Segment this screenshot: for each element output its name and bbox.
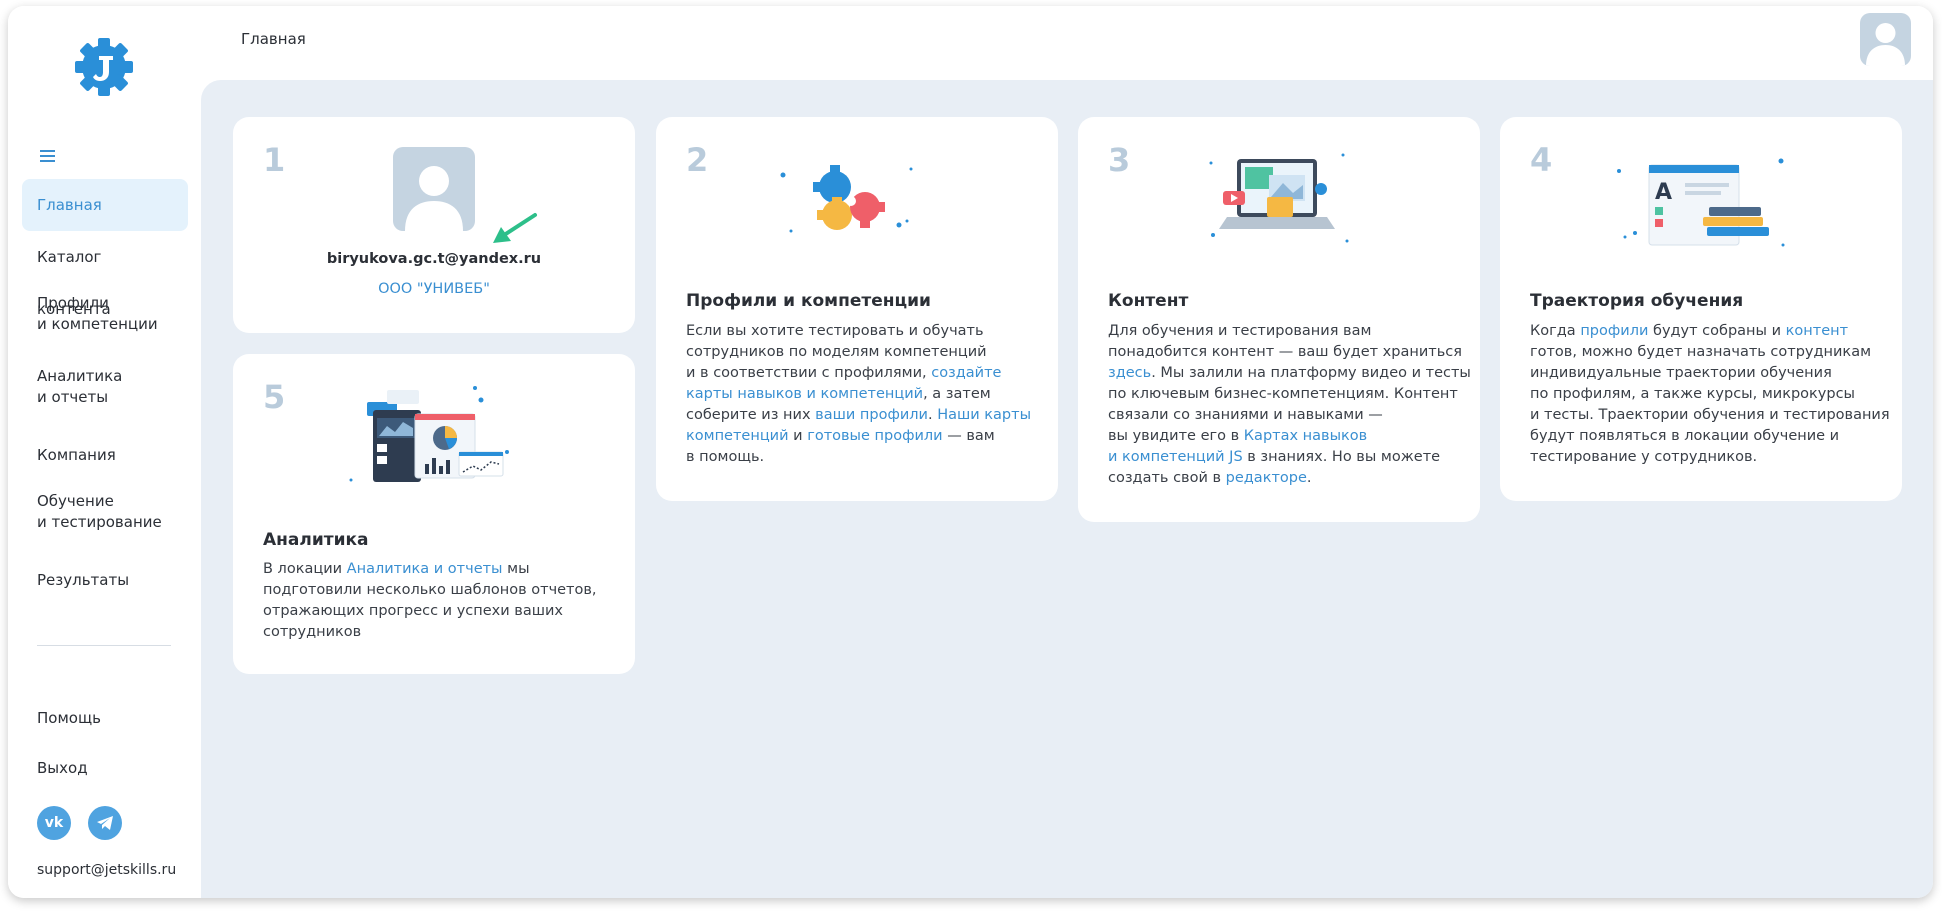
create-maps-link[interactable]: создайте [931,365,1001,381]
breadcrumb: Главная [241,30,306,48]
main-content: 1 biryukova.gc.t@yandex.ru ООО "УНИВЕБ" … [201,80,1933,898]
vk-icon[interactable]: vk [37,806,71,840]
sidebar-item-label: и отчеты [37,388,109,406]
profile-card: 1 biryukova.gc.t@yandex.ru ООО "УНИВЕБ" [233,117,635,333]
card-title: Контент [1108,291,1189,311]
sidebar-item-results[interactable]: Результаты [22,554,188,606]
user-icon [405,166,463,231]
sidebar-item-label: Главная [37,196,102,214]
social-links: vk [37,806,122,840]
laptop-content-illustration-icon [1209,153,1349,243]
sidebar-item-home[interactable]: Главная [22,179,188,231]
sidebar-item-label: и тестирование [37,513,162,531]
content-card: 3 Контент Для обучения и тестирования ва… [1078,117,1480,522]
sidebar-item-profiles[interactable]: Профили и компетенции [22,283,188,356]
step-number: 2 [686,141,709,179]
sidebar-item-catalog[interactable]: Каталог контента [22,231,188,318]
profiles-link[interactable]: профили [1580,323,1648,339]
sidebar-nav: Главная Каталог контента Профили и компет… [22,179,188,606]
telegram-icon[interactable] [88,806,122,840]
user-avatar[interactable] [1860,13,1911,66]
logout-link[interactable]: Выход [37,756,101,806]
svg-text:A: A [1655,180,1672,205]
top-header: Главная [201,6,1933,80]
arrow-pointer-icon [493,213,537,243]
app-window: Главная Каталог контента Профили и компет… [8,6,1933,898]
sidebar-item-label: Результаты [37,571,130,589]
trajectory-card: 4 A Траектория обучения Когда профили бу… [1500,117,1902,501]
our-maps-link[interactable]: компетенций [686,428,789,444]
sidebar-bottom-nav: Помощь Выход [37,706,101,806]
card-description: В локации Аналитика и отчеты мы подготов… [263,561,597,640]
menu-toggle-icon[interactable] [40,150,62,166]
skill-maps-link[interactable]: Картах навыков [1244,428,1367,444]
sidebar-item-label: Обучение [37,492,114,510]
step-number: 1 [263,141,286,179]
editor-link[interactable]: редакторе [1226,470,1307,486]
ready-profiles-link[interactable]: готовые профили [807,428,942,444]
analytics-card: 5 Аналитика В локации Аналитика и отчеты… [233,354,635,674]
sidebar-item-label: и компетенции [37,315,158,333]
card-title: Профили и компетенции [686,291,931,311]
your-profiles-link[interactable]: ваши профили [815,407,928,423]
card-description: Когда профили будут собраны и контент го… [1530,323,1890,465]
step-number: 5 [263,378,286,416]
here-link[interactable]: здесь [1108,365,1151,381]
sidebar-divider [37,645,171,646]
card-title: Аналитика [263,530,369,550]
our-maps-link[interactable]: Наши карты [937,407,1031,423]
gears-illustration-icon [780,165,913,233]
card-title: Траектория обучения [1530,291,1744,311]
sidebar-item-company[interactable]: Компания [22,429,188,481]
content-link[interactable]: контент [1786,323,1848,339]
help-link[interactable]: Помощь [37,706,101,756]
sidebar-item-label: Профили [37,294,109,312]
user-email: biryukova.gc.t@yandex.ru [326,251,542,267]
sidebar: Главная Каталог контента Профили и компет… [8,6,201,898]
step-number: 3 [1108,141,1131,179]
user-icon [1866,23,1905,66]
analytics-illustration-icon [349,386,509,482]
support-email[interactable]: support@jetskills.ru [37,862,176,878]
step-number: 4 [1530,141,1553,179]
skill-maps-link[interactable]: и компетенций JS [1108,449,1243,465]
sidebar-item-learning[interactable]: Обучение и тестирование [22,481,188,554]
sidebar-item-analytics[interactable]: Аналитика и отчеты [22,356,188,429]
sidebar-item-label: Аналитика [37,367,123,385]
profile-avatar[interactable] [393,147,475,231]
card-description: Для обучения и тестирования вам понадоби… [1108,323,1471,486]
card-description: Если вы хотите тестировать и обучать сот… [686,323,1032,465]
analytics-reports-link[interactable]: Аналитика и отчеты [347,561,503,577]
competencies-card: 2 Профили и компетенции Если вы хотите т… [656,117,1058,501]
learning-path-illustration-icon: A [1617,158,1785,247]
jetskills-logo-icon[interactable] [71,34,137,100]
sidebar-item-label: Компания [37,446,116,464]
create-maps-link[interactable]: карты навыков и компетенций [686,386,923,402]
company-link[interactable]: ООО "УНИВЕБ" [233,281,635,297]
